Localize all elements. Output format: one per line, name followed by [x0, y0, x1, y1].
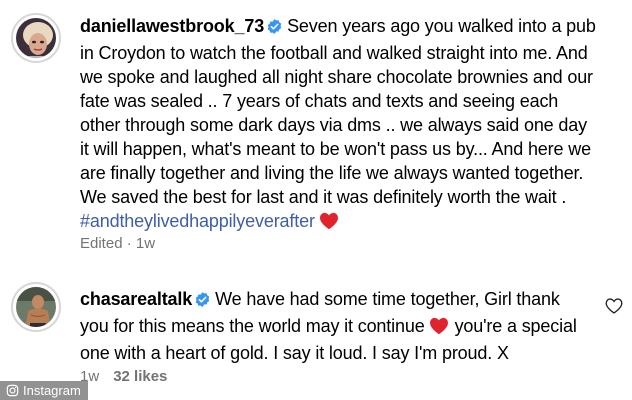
- meta-separator: ·: [126, 235, 132, 252]
- watermark-text: Instagram: [23, 383, 81, 398]
- comment-meta: 1w 32 likes: [80, 368, 167, 385]
- instagram-logo-icon: [6, 384, 19, 397]
- avatar-image: [16, 287, 56, 327]
- heart-outline-icon[interactable]: [605, 297, 623, 315]
- username[interactable]: daniellawestbrook_73: [80, 16, 264, 36]
- avatar-daniellawestbrook[interactable]: [11, 13, 61, 63]
- avatar-chasarealtalk[interactable]: [11, 282, 61, 332]
- hashtag-link[interactable]: #andtheylivedhappilyeverafter: [80, 211, 315, 231]
- comment-age: 1w: [135, 235, 156, 252]
- comment-body: chasarealtalk We have had some time toget…: [80, 287, 590, 365]
- instagram-watermark: Instagram: [0, 381, 88, 400]
- username[interactable]: chasarealtalk: [80, 289, 192, 309]
- verified-badge-icon: [266, 17, 283, 41]
- comment-text: Seven years ago you walked into a pub in…: [80, 16, 596, 207]
- red-heart-emoji: [319, 212, 339, 236]
- avatar-image: [16, 18, 56, 58]
- likes-count[interactable]: 32 likes: [113, 368, 167, 385]
- verified-badge-icon: [194, 290, 211, 314]
- comment-body: daniellawestbrook_73 Seven years ago you …: [80, 14, 600, 236]
- red-heart-emoji: [429, 317, 449, 341]
- edited-label: Edited: [80, 235, 123, 252]
- comment-meta: Edited · 1w: [80, 235, 155, 252]
